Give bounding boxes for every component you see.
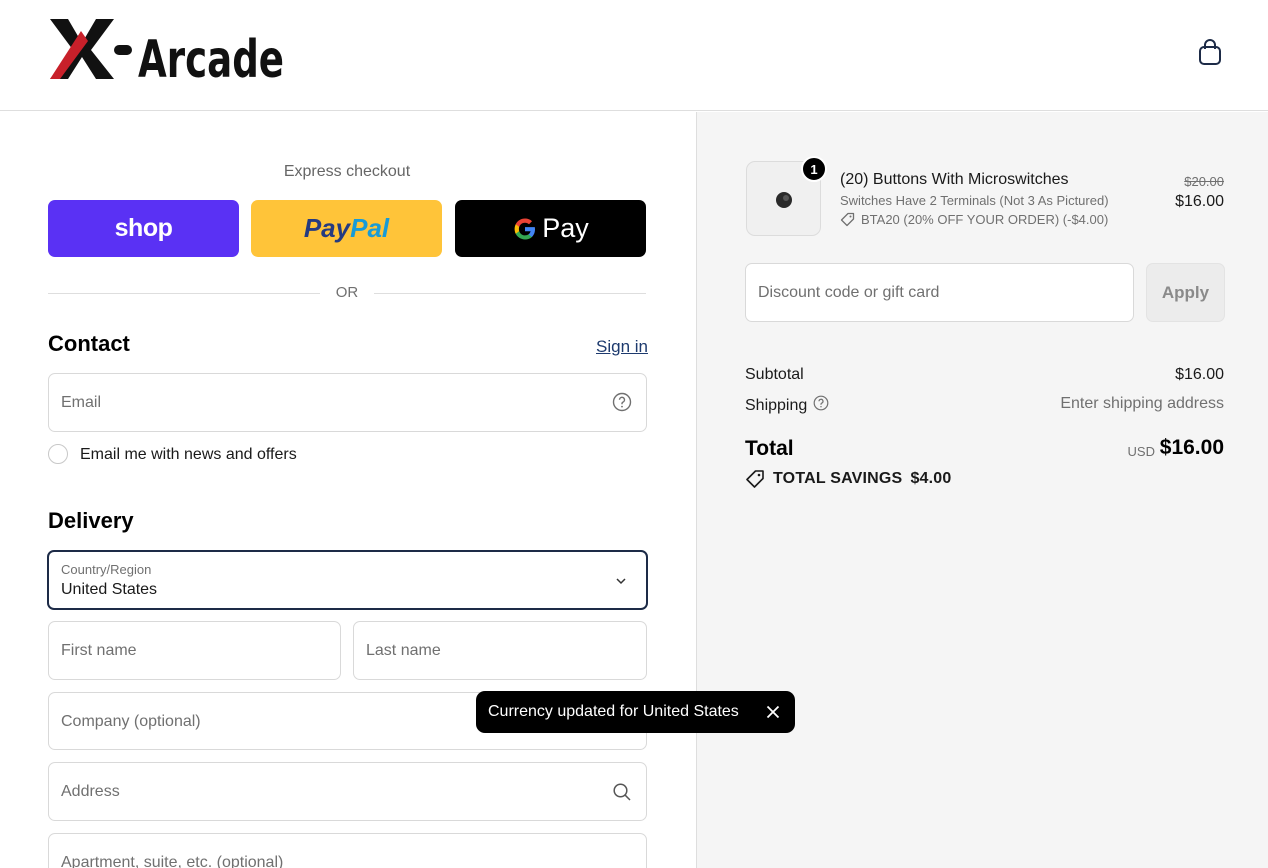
- sign-in-link[interactable]: Sign in: [596, 337, 648, 357]
- address-placeholder: Address: [61, 783, 120, 800]
- total-value: $16.00: [1159, 436, 1224, 459]
- shipping-help-icon[interactable]: [813, 395, 829, 416]
- total-label: Total: [745, 437, 794, 460]
- country-value: United States: [61, 581, 158, 598]
- savings-value: $4.00: [910, 470, 952, 487]
- currency-toast: Currency updated for United States: [476, 691, 795, 733]
- discount-code-input[interactable]: Discount code or gift card: [745, 263, 1134, 322]
- paypal-button[interactable]: PayPal: [251, 200, 442, 257]
- contact-title: Contact: [48, 331, 130, 356]
- first-name-field[interactable]: First name: [48, 621, 341, 680]
- close-icon[interactable]: [763, 702, 783, 722]
- checkout-form: Express checkout shop PayPal Pay OR Cont…: [0, 112, 696, 868]
- product-variant: Switches Have 2 Terminals (Not 3 As Pict…: [840, 193, 1109, 208]
- google-g-icon: [514, 218, 536, 239]
- total-savings: TOTAL SAVINGS $4.00: [745, 469, 951, 489]
- product-discount: BTA20 (20% OFF YOUR ORDER) (-$4.00): [840, 212, 1108, 227]
- divider-line-right: [374, 293, 646, 294]
- shipping-label: Shipping: [745, 396, 808, 414]
- shipping-value: Enter shipping address: [1060, 395, 1224, 412]
- savings-tag-icon: [746, 470, 764, 488]
- newsletter-label: Email me with news and offers: [80, 446, 297, 463]
- first-name-placeholder: First name: [61, 642, 137, 659]
- delivery-title: Delivery: [48, 508, 134, 533]
- country-select[interactable]: Country/Region United States: [47, 550, 648, 610]
- original-price: $20.00: [1184, 174, 1224, 189]
- shipping-row-label: Shipping: [745, 395, 829, 416]
- google-pay-button[interactable]: Pay: [455, 200, 646, 257]
- tag-icon: [840, 212, 855, 227]
- svg-text:Arcade: Arcade: [138, 30, 284, 81]
- toast-message: Currency updated for United States: [488, 703, 739, 720]
- last-name-placeholder: Last name: [366, 642, 441, 659]
- paypal-label: PayPal: [303, 213, 390, 243]
- or-divider: OR: [48, 284, 646, 302]
- apartment-field[interactable]: Apartment, suite, etc. (optional): [48, 833, 647, 868]
- google-pay-label: Pay: [542, 213, 589, 243]
- subtotal-value: $16.00: [1175, 366, 1224, 383]
- site-header: Arcade: [0, 0, 1268, 111]
- x-arcade-logo[interactable]: Arcade: [48, 17, 288, 90]
- newsletter-checkbox[interactable]: [48, 444, 68, 464]
- apply-button[interactable]: Apply: [1146, 263, 1225, 322]
- order-summary: 1 (20) Buttons With Microswitches Switch…: [696, 112, 1268, 868]
- apartment-placeholder: Apartment, suite, etc. (optional): [61, 854, 284, 868]
- product-discount-label: BTA20 (20% OFF YOUR ORDER) (-$4.00): [861, 212, 1109, 227]
- email-placeholder: Email: [61, 394, 102, 411]
- shop-pay-label: shop: [114, 214, 173, 242]
- shopping-bag-icon[interactable]: [1196, 38, 1224, 66]
- shop-pay-button[interactable]: shop: [48, 200, 239, 257]
- last-name-field[interactable]: Last name: [353, 621, 647, 680]
- express-checkout-title: Express checkout: [283, 163, 411, 180]
- email-field[interactable]: Email: [48, 373, 647, 432]
- subtotal-label: Subtotal: [745, 366, 804, 383]
- help-icon[interactable]: [612, 392, 632, 417]
- discounted-price: $16.00: [1175, 193, 1224, 210]
- address-field[interactable]: Address: [48, 762, 647, 821]
- product-title: (20) Buttons With Microswitches: [840, 171, 1069, 188]
- country-label: Country/Region: [61, 562, 152, 577]
- chevron-down-icon: [614, 574, 628, 593]
- quantity-badge: 1: [801, 156, 827, 182]
- total-currency: USD: [1127, 444, 1155, 459]
- company-placeholder: Company (optional): [61, 713, 201, 730]
- savings-label: TOTAL SAVINGS: [773, 470, 903, 487]
- discount-placeholder: Discount code or gift card: [758, 284, 940, 301]
- search-icon[interactable]: [612, 782, 632, 807]
